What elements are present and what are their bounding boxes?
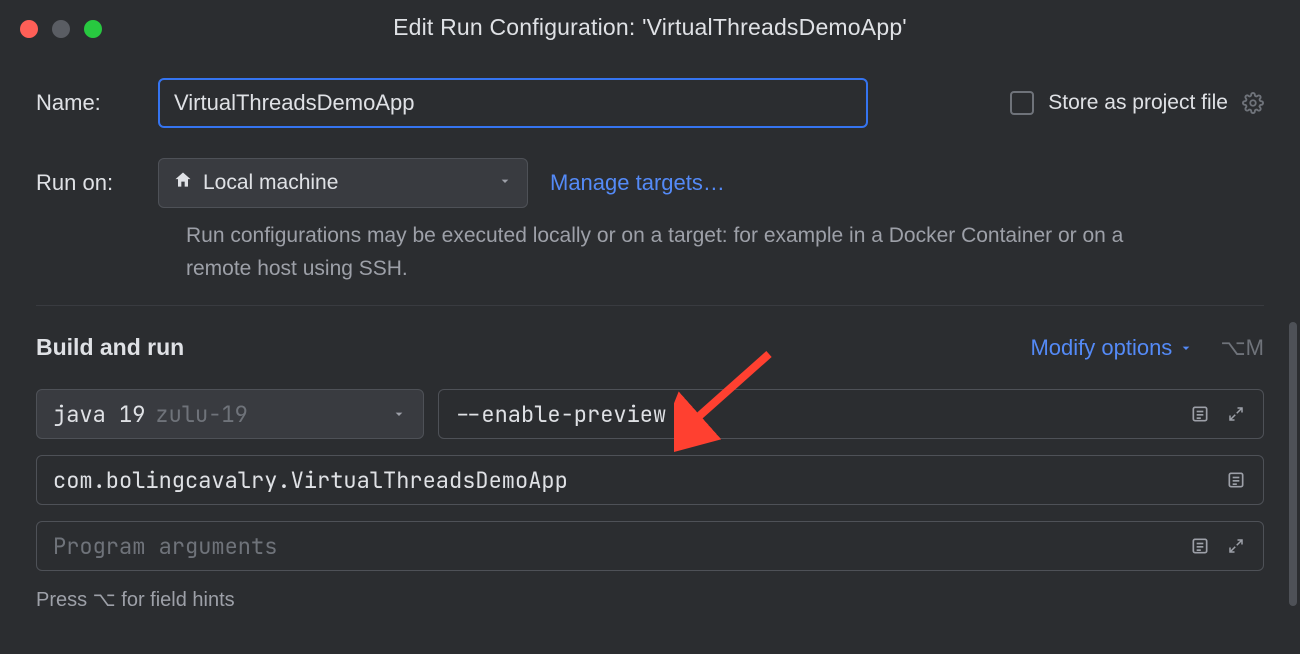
build-and-run-header: Build and run Modify options ⌥M — [36, 334, 1264, 361]
modify-options-shortcut: ⌥M — [1220, 335, 1264, 361]
window-controls — [20, 20, 102, 38]
dialog-content: Name: Store as project file Run on: Loca… — [0, 54, 1300, 612]
list-icon[interactable] — [1189, 403, 1211, 425]
store-as-project-file-label: Store as project file — [1048, 91, 1228, 115]
modify-options-label: Modify options — [1030, 335, 1172, 361]
gear-icon[interactable] — [1242, 92, 1264, 114]
minimize-window-button[interactable] — [52, 20, 70, 38]
run-on-label: Run on: — [36, 170, 136, 196]
maximize-window-button[interactable] — [84, 20, 102, 38]
sdk-name: java 19 — [53, 400, 145, 429]
main-class-field[interactable]: com.bolingcavalry.VirtualThreadsDemoApp — [36, 455, 1264, 505]
close-window-button[interactable] — [20, 20, 38, 38]
run-on-value: Local machine — [203, 171, 338, 195]
name-row: Name: Store as project file — [36, 78, 1264, 128]
program-arguments-placeholder: Program arguments — [53, 532, 277, 561]
name-label: Name: — [36, 90, 136, 116]
run-on-dropdown[interactable]: Local machine — [158, 158, 528, 208]
field-hints-text: Press ⌥ for field hints — [36, 587, 1264, 612]
list-icon[interactable] — [1225, 469, 1247, 491]
vertical-scrollbar[interactable] — [1289, 322, 1297, 606]
chevron-down-icon — [1178, 340, 1194, 356]
build-and-run-title: Build and run — [36, 334, 184, 361]
section-divider — [36, 305, 1264, 306]
store-as-project-file-checkbox[interactable] — [1010, 91, 1034, 115]
expand-icon[interactable] — [1225, 535, 1247, 557]
sdk-vendor: zulu-19 — [155, 400, 247, 429]
chevron-down-icon — [391, 400, 407, 429]
vm-options-value: --enable-preview — [455, 400, 666, 429]
vm-options-field[interactable]: --enable-preview — [438, 389, 1264, 439]
home-icon — [173, 170, 193, 196]
program-arguments-row: Program arguments — [36, 521, 1264, 571]
main-class-value: com.bolingcavalry.VirtualThreadsDemoApp — [53, 466, 568, 495]
main-class-row: com.bolingcavalry.VirtualThreadsDemoApp — [36, 455, 1264, 505]
run-on-hint: Run configurations may be executed local… — [186, 220, 1184, 285]
expand-icon[interactable] — [1225, 403, 1247, 425]
modify-options-link[interactable]: Modify options — [1030, 335, 1194, 361]
titlebar: Edit Run Configuration: 'VirtualThreadsD… — [0, 0, 1300, 54]
chevron-down-icon — [497, 171, 513, 195]
window-title: Edit Run Configuration: 'VirtualThreadsD… — [16, 14, 1284, 41]
program-arguments-field[interactable]: Program arguments — [36, 521, 1264, 571]
manage-targets-link[interactable]: Manage targets… — [550, 170, 725, 196]
list-icon[interactable] — [1189, 535, 1211, 557]
name-input[interactable] — [158, 78, 868, 128]
sdk-dropdown[interactable]: java 19 zulu-19 — [36, 389, 424, 439]
run-on-row: Run on: Local machine Manage targets… — [36, 158, 1264, 208]
store-group: Store as project file — [1010, 91, 1264, 115]
sdk-and-vm-row: java 19 zulu-19 --enable-preview — [36, 389, 1264, 439]
